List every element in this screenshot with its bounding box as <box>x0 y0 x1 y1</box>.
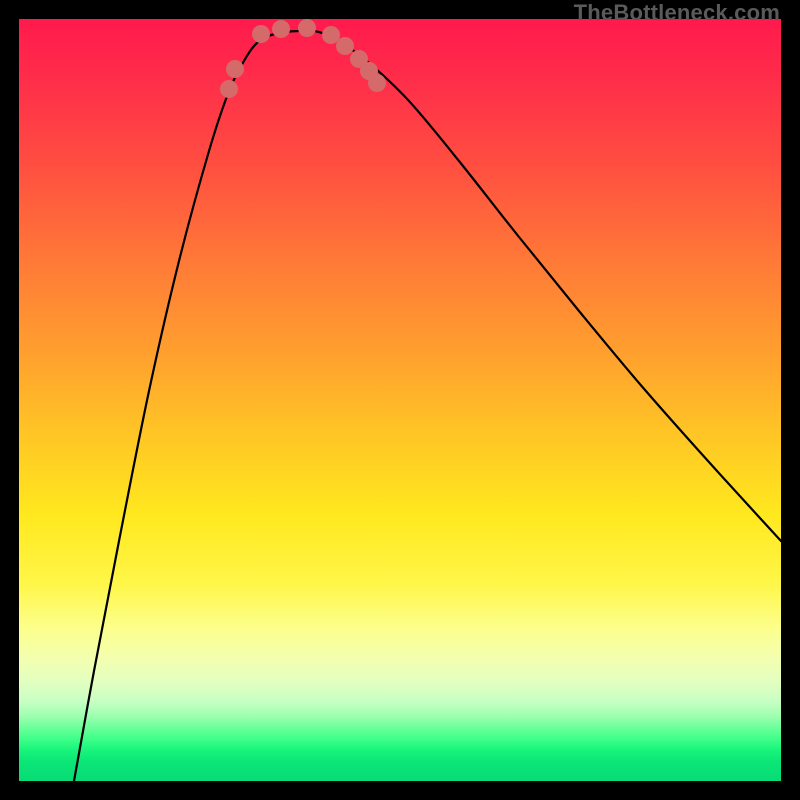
marker-dot <box>272 20 290 38</box>
bottleneck-curve <box>74 31 781 781</box>
marker-dot <box>368 74 386 92</box>
marker-dot <box>252 25 270 43</box>
curve-layer <box>19 19 781 781</box>
marker-dot <box>220 80 238 98</box>
plot-area <box>19 19 781 781</box>
marker-dot <box>322 26 340 44</box>
watermark-text: TheBottleneck.com <box>574 0 780 26</box>
marker-dot <box>298 19 316 37</box>
marker-dot <box>336 37 354 55</box>
marker-dot <box>226 60 244 78</box>
